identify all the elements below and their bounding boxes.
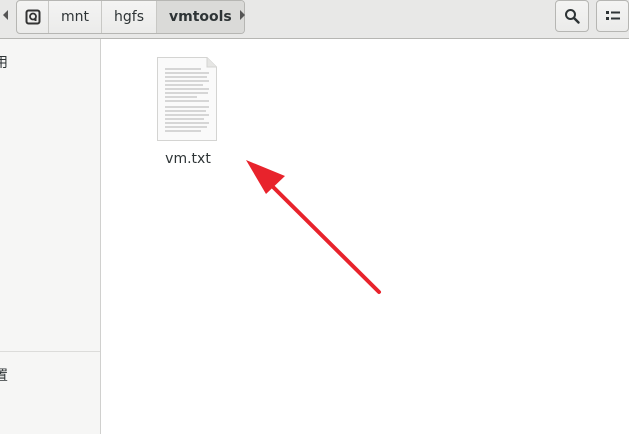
red-arrow-annotation bbox=[246, 160, 381, 294]
file-manager-window: mnt hgfs vmtools 用 置 vm.txt bbox=[0, 0, 629, 434]
